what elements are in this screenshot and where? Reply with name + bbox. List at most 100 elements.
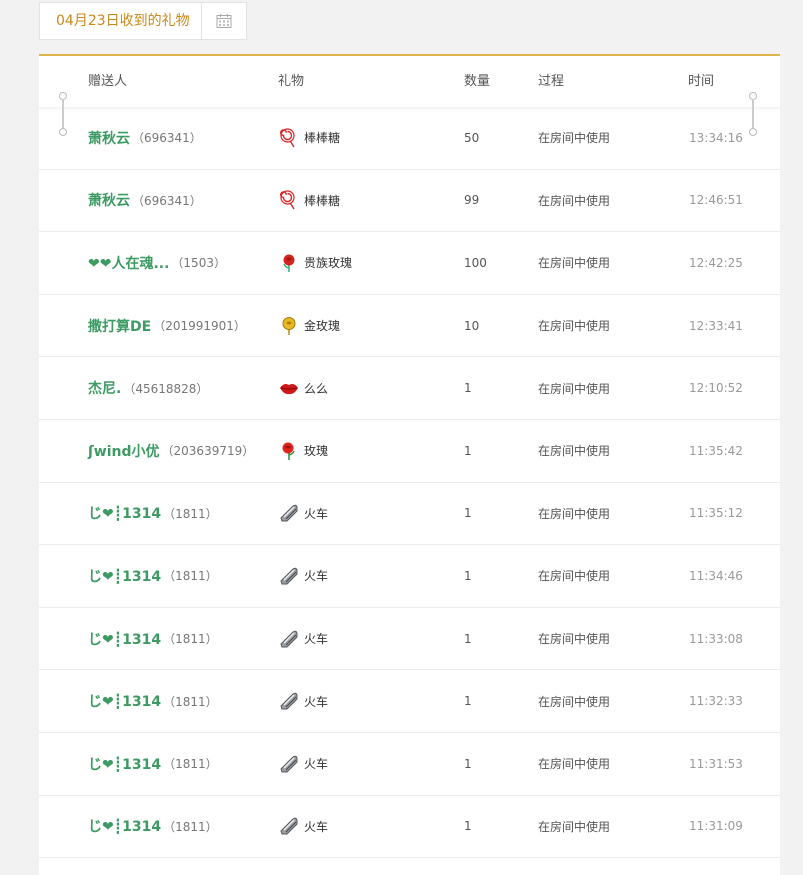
- gift-cell: 火车: [279, 796, 328, 858]
- sender-name-link[interactable]: ʃwind小优: [88, 441, 160, 461]
- gift-name: 火车: [304, 819, 329, 834]
- quantity-cell: 100: [464, 232, 487, 294]
- header-gift: 礼物: [278, 74, 305, 89]
- quantity-value: 1: [464, 506, 472, 521]
- process-cell: 在房间中使用: [538, 796, 610, 858]
- time-value: 12:46:51: [689, 193, 743, 208]
- gift-cell: 玫瑰: [279, 420, 328, 482]
- train-icon: [279, 566, 299, 586]
- train-icon: [279, 503, 299, 523]
- sender-id: （1811）: [163, 632, 218, 647]
- sender-name-link[interactable]: じ❤┋1314: [88, 691, 161, 711]
- time-cell: 11:32:33: [689, 670, 743, 732]
- quantity-value: 99: [464, 193, 480, 208]
- process-value: 在房间中使用: [538, 131, 611, 146]
- red-rose-icon: [279, 253, 299, 273]
- sender-name-link[interactable]: じ❤┋1314: [88, 566, 161, 586]
- sender-name-link[interactable]: ❤❤人在魂...: [88, 253, 169, 273]
- process-value: 在房间中使用: [538, 819, 611, 834]
- sender-name-link[interactable]: 萧秋云: [88, 190, 130, 210]
- time-cell: 11:33:08: [689, 608, 743, 670]
- gift-name: 金玫瑰: [304, 319, 341, 334]
- sender-name-link[interactable]: じ❤┋1314: [88, 754, 161, 774]
- time-cell: 13:34:16: [689, 107, 743, 169]
- gift-name: 么么: [304, 381, 329, 396]
- process-cell: 在房间中使用: [538, 545, 610, 607]
- time-cell: 11:34:46: [689, 545, 743, 607]
- process-cell: 在房间中使用: [538, 107, 610, 169]
- quantity-value: 1: [464, 819, 472, 834]
- header-quantity: 数量: [464, 74, 491, 89]
- time-value: 11:34:46: [689, 568, 743, 583]
- table-row: じ❤┋1314 （1811） 火车 1 在房间中使用 11:34:46: [39, 545, 780, 608]
- quantity-cell: 50: [464, 107, 479, 169]
- lollipop-icon: [279, 190, 299, 210]
- train-icon: [279, 816, 299, 836]
- table-row: ❤❤人在魂... （1503） 贵族玫瑰 100 在房间中使用 12:42:25: [39, 232, 780, 295]
- process-cell: 在房间中使用: [538, 670, 610, 732]
- header-time: 时间: [688, 74, 715, 89]
- gift-name: 火车: [304, 694, 329, 709]
- sender-cell: ʃwind小优 （203639719）: [88, 420, 254, 482]
- quantity-cell: 1: [464, 796, 472, 858]
- calendar-icon: [216, 14, 232, 28]
- process-value: 在房间中使用: [538, 256, 611, 271]
- sender-name-link[interactable]: 萧秋云: [88, 128, 130, 148]
- table-row: 萧秋云 （696341） 棒棒糖 50 在房间中使用 13:34:16: [39, 107, 780, 170]
- time-value: 11:35:42: [689, 443, 743, 458]
- gift-name: 贵族玫瑰: [304, 256, 353, 271]
- table-row: じ❤┋1314 （1811） 火车 1 在房间中使用 11:35:12: [39, 483, 780, 546]
- gift-cell: 火车: [279, 545, 328, 607]
- process-cell: 在房间中使用: [538, 232, 610, 294]
- process-value: 在房间中使用: [538, 319, 611, 334]
- sender-id: （696341）: [132, 193, 202, 208]
- sender-name-link[interactable]: 杰尼.: [88, 378, 121, 398]
- gift-cell: 火车: [279, 608, 328, 670]
- gift-name: 玫瑰: [304, 444, 329, 459]
- time-cell: 12:10:52: [689, 357, 743, 419]
- train-icon: [279, 754, 299, 774]
- train-icon: [279, 629, 299, 649]
- quantity-value: 1: [464, 631, 472, 646]
- process-cell: 在房间中使用: [538, 357, 610, 419]
- quantity-cell: 1: [464, 483, 472, 545]
- time-value: 11:33:08: [689, 631, 743, 646]
- table-row: じ❤┋1314 （1811） 火车 1 在房间中使用 11:32:33: [39, 670, 780, 733]
- process-value: 在房间中使用: [538, 632, 611, 647]
- sender-name-link[interactable]: じ❤┋1314: [88, 503, 161, 523]
- time-value: 11:31:53: [689, 756, 743, 771]
- sender-name-link[interactable]: 撒打算DE: [88, 316, 151, 336]
- header-sender: 赠送人: [88, 74, 128, 89]
- table-row: じ❤┋1314 （1811） 火车 1 在房间中使用 11:33:08: [39, 608, 780, 671]
- time-value: 12:10:52: [689, 381, 743, 396]
- time-value: 11:32:33: [689, 694, 743, 709]
- gift-cell: 贵族玫瑰: [279, 232, 352, 294]
- sender-id: （1811）: [163, 569, 218, 584]
- lollipop-icon: [279, 128, 299, 148]
- rose-icon: [279, 441, 299, 461]
- process-cell: 在房间中使用: [538, 608, 610, 670]
- sender-cell: 撒打算DE （201991901）: [88, 295, 246, 357]
- calendar-button[interactable]: [201, 3, 246, 39]
- date-picker[interactable]: 04月23日收到的礼物: [39, 2, 247, 40]
- time-cell: 11:35:12: [689, 483, 743, 545]
- table-row: ʃwind小优 （203639719） 玫瑰 1 在房间中使用 11:35:42: [39, 420, 780, 483]
- table-row: 萧秋云 （696341） 棒棒糖 99 在房间中使用 12:46:51: [39, 170, 780, 233]
- gift-cell: 火车: [279, 670, 328, 732]
- process-value: 在房间中使用: [538, 757, 611, 772]
- gift-cell: 棒棒糖: [279, 107, 340, 169]
- time-cell: 12:42:25: [689, 232, 743, 294]
- process-value: 在房间中使用: [538, 444, 611, 459]
- sender-name-link[interactable]: じ❤┋1314: [88, 816, 161, 836]
- sender-name-link[interactable]: じ❤┋1314: [88, 629, 161, 649]
- quantity-cell: 1: [464, 545, 472, 607]
- table-row: 撒打算DE （201991901） 金玫瑰 10 在房间中使用 12:33:41: [39, 295, 780, 358]
- sender-cell: じ❤┋1314 （1811）: [88, 796, 218, 858]
- process-cell: 在房间中使用: [538, 295, 610, 357]
- quantity-value: 1: [464, 568, 472, 583]
- sender-id: （45618828）: [123, 381, 209, 396]
- time-value: 12:33:41: [689, 318, 743, 333]
- gift-name: 火车: [304, 569, 329, 584]
- quantity-cell: 1: [464, 608, 472, 670]
- sender-id: （1811）: [163, 506, 218, 521]
